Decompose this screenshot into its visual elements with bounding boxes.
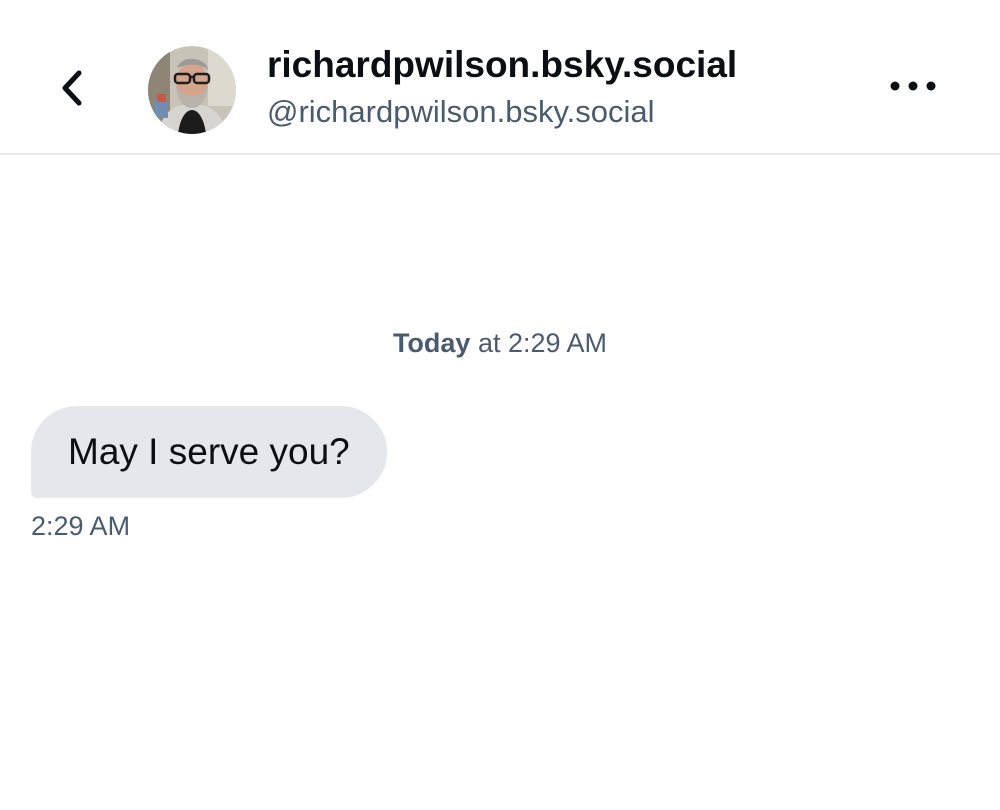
date-divider-day: Today	[392, 328, 471, 358]
message-text: May I serve you?	[68, 431, 350, 472]
avatar[interactable]	[148, 46, 236, 134]
message-bubble[interactable]: May I serve you?	[31, 406, 387, 498]
date-divider-time: at 2:29 AM	[470, 328, 608, 358]
conversation-header: richardpwilson.bsky.social @richardpwils…	[0, 0, 1000, 155]
date-divider: Today at 2:29 AM	[0, 324, 1000, 362]
message-timestamp: 2:29 AM	[31, 511, 131, 541]
back-button[interactable]	[44, 58, 100, 122]
handle: @richardpwilson.bsky.social	[267, 94, 655, 129]
ellipsis-horizontal-icon	[889, 79, 937, 97]
more-options-button[interactable]	[876, 64, 950, 112]
display-name: richardpwilson.bsky.social	[267, 44, 738, 85]
chevron-left-icon	[57, 68, 87, 113]
chat-screen: richardpwilson.bsky.social @richardpwils…	[0, 0, 1000, 810]
conversation-title: richardpwilson.bsky.social @richardpwils…	[267, 40, 857, 134]
